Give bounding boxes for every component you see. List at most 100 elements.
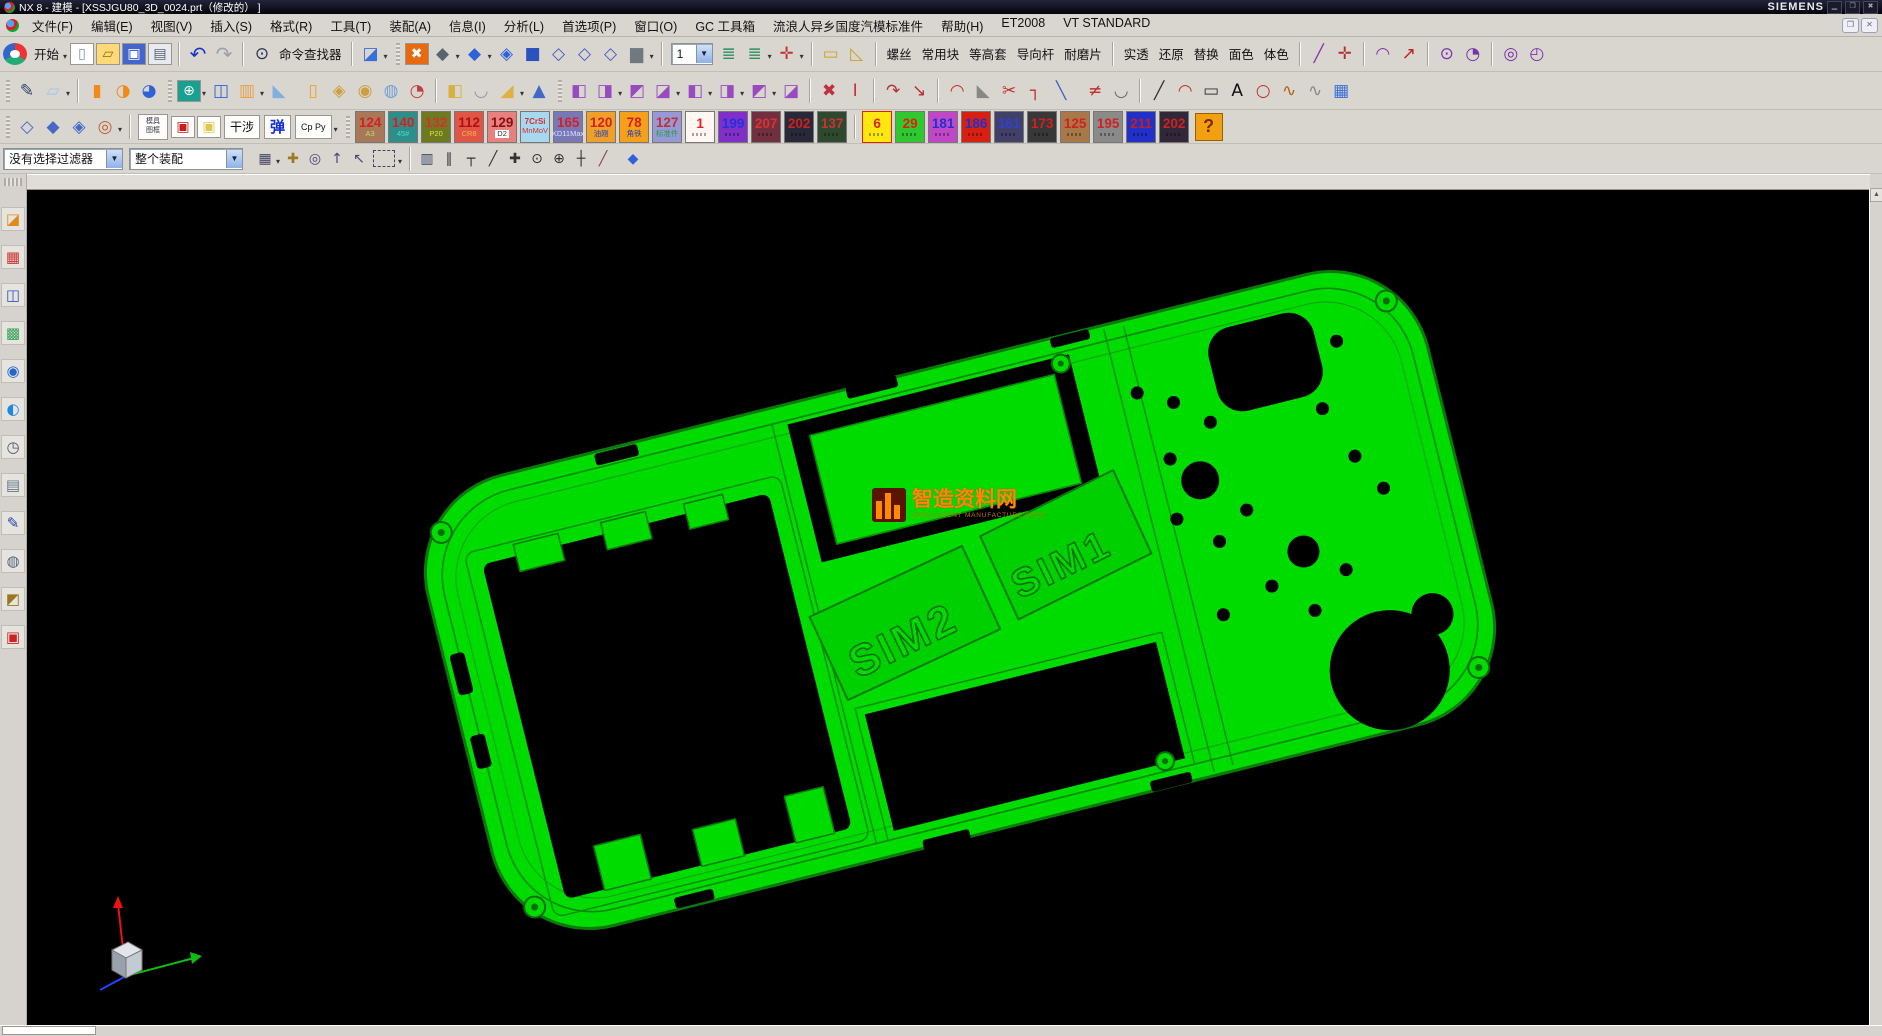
- studio-spline-icon[interactable]: ∿: [1303, 79, 1327, 103]
- spring-button[interactable]: 弹: [264, 115, 291, 139]
- dropdown-arrow-icon[interactable]: ▾: [772, 89, 776, 98]
- bridge-curve-icon[interactable]: ↷: [881, 79, 905, 103]
- part-navigator-icon[interactable]: ▩: [1, 321, 25, 345]
- chevron-down-icon[interactable]: ▼: [226, 150, 242, 168]
- circle-quadrant-icon[interactable]: ◴: [1525, 42, 1549, 66]
- scrollbar-up-icon[interactable]: ▲: [1870, 188, 1882, 202]
- extract-face-icon[interactable]: ◇: [15, 115, 39, 139]
- child-restore-button[interactable]: ❒: [1842, 18, 1859, 33]
- display-monitor-icon[interactable]: ◪: [359, 42, 383, 66]
- material-button-129[interactable]: 129D2: [487, 111, 517, 143]
- boss-icon[interactable]: ◫: [209, 79, 233, 103]
- assembly-navigator-icon[interactable]: ▦: [1, 245, 25, 269]
- pocket-icon[interactable]: ▥: [235, 79, 259, 103]
- material-button-207[interactable]: 207: [751, 111, 781, 143]
- start-button[interactable]: 开始: [30, 42, 63, 65]
- chamfer-icon[interactable]: ◣: [971, 79, 995, 103]
- background-swatch-icon[interactable]: ▆: [625, 42, 649, 66]
- material-button-1[interactable]: 1: [685, 111, 715, 143]
- sew-icon[interactable]: ◡: [469, 79, 493, 103]
- spline-icon[interactable]: ∿: [1277, 79, 1301, 103]
- dropdown-arrow-icon[interactable]: ▾: [800, 52, 804, 61]
- delete-face-icon[interactable]: ✖: [817, 79, 841, 103]
- dropdown-arrow-icon[interactable]: ▾: [618, 89, 622, 98]
- toolbar-grip[interactable]: [168, 80, 172, 102]
- menu-item-8[interactable]: 分析(L): [495, 14, 553, 37]
- snap-tangent-icon[interactable]: ╱: [593, 149, 613, 169]
- text-tool-icon[interactable]: I: [843, 79, 867, 103]
- shell-icon[interactable]: ▯: [301, 79, 325, 103]
- studio-cube-icon[interactable]: ◇: [599, 42, 623, 66]
- pull-face-icon[interactable]: ◨: [593, 79, 617, 103]
- dropdown-arrow-icon[interactable]: ▾: [276, 157, 280, 166]
- extrude-icon[interactable]: ▮: [85, 79, 109, 103]
- toolbar-grip[interactable]: [558, 80, 562, 102]
- mold-yellow-block-icon[interactable]: ▣: [197, 116, 221, 138]
- touch-panel-icon[interactable]: ▣: [1, 625, 25, 649]
- find-icon[interactable]: ◍: [1, 549, 25, 573]
- unite-icon[interactable]: ◈: [327, 79, 351, 103]
- binoculars-icon[interactable]: ⊙: [250, 42, 274, 66]
- menu-item-12[interactable]: 流浪人异乡国度汽模标准件: [764, 14, 932, 37]
- top-selection-icon[interactable]: ↑: [327, 149, 347, 169]
- close-button[interactable]: ✖: [1863, 1, 1878, 14]
- material-button-132[interactable]: 132P20: [421, 111, 451, 143]
- dropdown-arrow-icon[interactable]: ▾: [768, 52, 772, 61]
- menu-item-14[interactable]: ET2008: [992, 14, 1054, 37]
- material-button-137[interactable]: 137: [817, 111, 847, 143]
- arc-icon[interactable]: ◠: [1371, 42, 1395, 66]
- intersect-icon[interactable]: ◍: [379, 79, 403, 103]
- dropdown-arrow-icon[interactable]: ▾: [520, 89, 524, 98]
- command-finder-button[interactable]: 命令查找器: [275, 42, 346, 65]
- material-button-186[interactable]: 186: [961, 111, 991, 143]
- resource-bar-handle[interactable]: [4, 178, 22, 186]
- display-tool-3-button[interactable]: 面色: [1224, 42, 1259, 65]
- chevron-down-icon[interactable]: ▼: [106, 150, 122, 168]
- material-button-29[interactable]: 29: [895, 111, 925, 143]
- print-icon[interactable]: ▤: [148, 43, 172, 65]
- close-window-icon[interactable]: ✖: [405, 43, 429, 65]
- profile-line-icon[interactable]: ╱: [1147, 79, 1171, 103]
- dropdown-arrow-icon[interactable]: ▾: [202, 89, 206, 98]
- snap-point-icon[interactable]: ┼: [571, 149, 591, 169]
- material-button-78[interactable]: 78角铁: [619, 111, 649, 143]
- circle-dot-icon[interactable]: ◎: [1499, 42, 1523, 66]
- extract-region-icon[interactable]: ◆: [41, 115, 65, 139]
- menu-item-1[interactable]: 编辑(E): [82, 14, 142, 37]
- display-tool-2-button[interactable]: 替换: [1189, 42, 1224, 65]
- sketch-line-icon[interactable]: ╱: [1307, 42, 1331, 66]
- thicken-icon[interactable]: ◢: [495, 79, 519, 103]
- wireframe-cube-icon[interactable]: ◇: [547, 42, 571, 66]
- menu-item-5[interactable]: 工具(T): [321, 14, 380, 37]
- resize-blend-icon[interactable]: ◧: [683, 79, 707, 103]
- notes-icon[interactable]: ▤: [1, 473, 25, 497]
- datum-plane-icon[interactable]: ▱: [41, 79, 65, 103]
- material-button-112[interactable]: 112CR8: [454, 111, 484, 143]
- snap-endpoint-icon[interactable]: ∥: [439, 149, 459, 169]
- vertical-scrollbar[interactable]: ▲: [1869, 188, 1882, 1027]
- profile-arc-icon[interactable]: ◠: [1173, 79, 1197, 103]
- toolbar-grip[interactable]: [346, 116, 350, 138]
- mold-tool-4-button[interactable]: 耐磨片: [1059, 42, 1107, 65]
- dropdown-arrow-icon[interactable]: ▾: [708, 89, 712, 98]
- wave-link-icon[interactable]: ◎: [93, 115, 117, 139]
- reuse-library-icon[interactable]: ◉: [1, 359, 25, 383]
- offset-region-icon[interactable]: ◩: [625, 79, 649, 103]
- circle-radius-icon[interactable]: ◔: [1461, 42, 1485, 66]
- circle-center-icon[interactable]: ⊙: [1435, 42, 1459, 66]
- material-button-165[interactable]: 165KD11Max: [553, 111, 583, 143]
- wcs-orient-icon[interactable]: ✛: [775, 42, 799, 66]
- roles-icon[interactable]: ◩: [1, 587, 25, 611]
- material-button-127[interactable]: 127标准件: [652, 111, 682, 143]
- text-a-icon[interactable]: A: [1225, 79, 1249, 103]
- hd3d-tool-icon[interactable]: ◐: [1, 397, 25, 421]
- cornered-curve-icon[interactable]: ◡: [1109, 79, 1133, 103]
- menu-item-2[interactable]: 视图(V): [142, 14, 202, 37]
- polygon-icon[interactable]: ○: [1251, 79, 1275, 103]
- blend-icon[interactable]: ◕: [137, 79, 161, 103]
- shaded-cube-icon[interactable]: ◆: [463, 42, 487, 66]
- snap-intersection-icon[interactable]: ✚: [505, 149, 525, 169]
- material-button-140[interactable]: 14045#: [388, 111, 418, 143]
- trim-body-icon[interactable]: ◔: [405, 79, 429, 103]
- layer-visible-icon[interactable]: ≣: [743, 42, 767, 66]
